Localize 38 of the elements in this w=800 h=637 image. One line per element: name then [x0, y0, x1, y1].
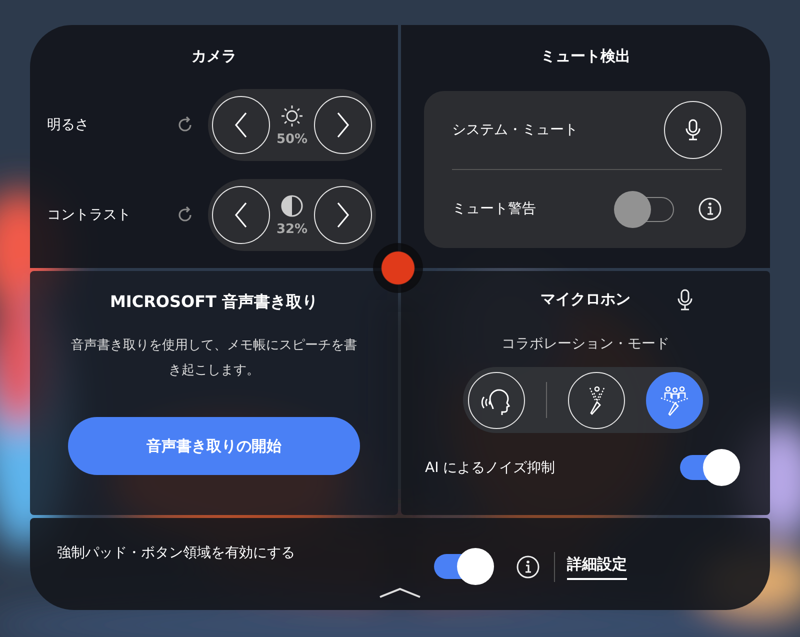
value-text: 50%: [276, 132, 308, 146]
value-text: 32%: [276, 222, 308, 236]
panel-title: MICROSOFT 音声書き取り: [108, 291, 320, 313]
increase-button[interactable]: [314, 186, 372, 244]
decrease-button[interactable]: [212, 96, 270, 154]
microphone-icon: [676, 288, 694, 310]
setting-label: コントラスト: [47, 206, 132, 224]
setting-label: システム・ミュート: [452, 121, 579, 139]
setting-label: 明るさ: [47, 116, 90, 134]
chevron-right-icon: [335, 111, 351, 139]
microphone-icon: [684, 119, 702, 141]
sun-icon: [280, 104, 304, 128]
setting-label: ミュート警告: [452, 200, 537, 218]
setting-label: 強制パッド・ボタン領域を有効にする: [57, 544, 296, 562]
info-icon[interactable]: [516, 554, 540, 578]
reset-icon[interactable]: [176, 206, 194, 224]
panel-title: カメラ: [190, 46, 238, 66]
chevron-left-icon: [233, 111, 249, 139]
toggle-switch[interactable]: [678, 449, 740, 486]
toggle-switch[interactable]: [432, 548, 494, 585]
decrease-button[interactable]: [212, 186, 270, 244]
increase-button[interactable]: [314, 96, 372, 154]
chevron-right-icon: [335, 201, 351, 229]
contrast-icon: [280, 194, 304, 218]
mode-button[interactable]: [646, 372, 704, 428]
mute-button[interactable]: [664, 101, 722, 159]
setting-label: AI によるノイズ抑制: [425, 458, 556, 476]
advanced-settings-link[interactable]: 詳細設定: [567, 553, 627, 580]
chevron-left-icon: [233, 201, 249, 229]
description-text: 音声書き取りを使用して、メモ帳にスピーチを書き起こします。: [70, 337, 358, 380]
panel-title: マイクロホン: [540, 290, 630, 309]
toggle-switch[interactable]: [614, 190, 676, 228]
mode-label: コラボレーション・モード: [500, 335, 670, 353]
chevron-up-icon[interactable]: [378, 586, 422, 598]
start-dictation-button[interactable]: 音声書き取りの開始: [68, 417, 360, 475]
panel-title: ミュート検出: [540, 46, 632, 66]
reset-icon[interactable]: [176, 116, 194, 134]
info-icon[interactable]: [698, 197, 722, 221]
